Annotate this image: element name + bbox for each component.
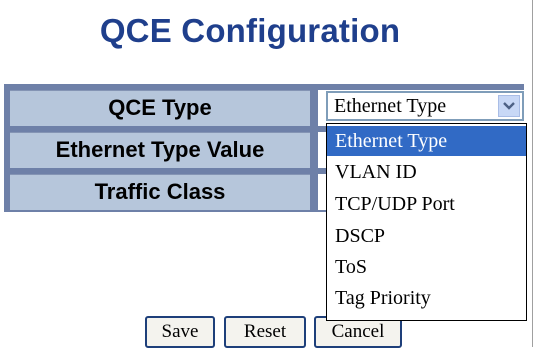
save-button[interactable]: Save <box>145 316 215 348</box>
chevron-down-icon <box>503 102 515 110</box>
dropdown-arrow-button[interactable] <box>498 95 520 117</box>
dropdown-option-dscp[interactable]: DSCP <box>327 221 526 251</box>
qce-type-select[interactable]: Ethernet Type <box>326 91 524 121</box>
traffic-class-label: Traffic Class <box>10 174 310 210</box>
dropdown-option-tcp-udp-port[interactable]: TCP/UDP Port <box>327 189 526 219</box>
qce-type-select-value: Ethernet Type <box>334 95 447 117</box>
page-title: QCE Configuration <box>99 12 401 49</box>
qce-type-dropdown-list: Ethernet Type VLAN ID TCP/UDP Port DSCP … <box>326 123 527 321</box>
dropdown-option-tos[interactable]: ToS <box>327 252 526 282</box>
dropdown-option-vlan-id[interactable]: VLAN ID <box>327 157 526 187</box>
qce-type-label: QCE Type <box>10 90 310 126</box>
window-edge <box>532 0 533 347</box>
ethernet-type-value-label: Ethernet Type Value <box>10 132 310 168</box>
dropdown-option-ethernet-type[interactable]: Ethernet Type <box>327 126 526 156</box>
reset-button[interactable]: Reset <box>224 316 306 348</box>
dropdown-option-tag-priority[interactable]: Tag Priority <box>327 283 526 313</box>
